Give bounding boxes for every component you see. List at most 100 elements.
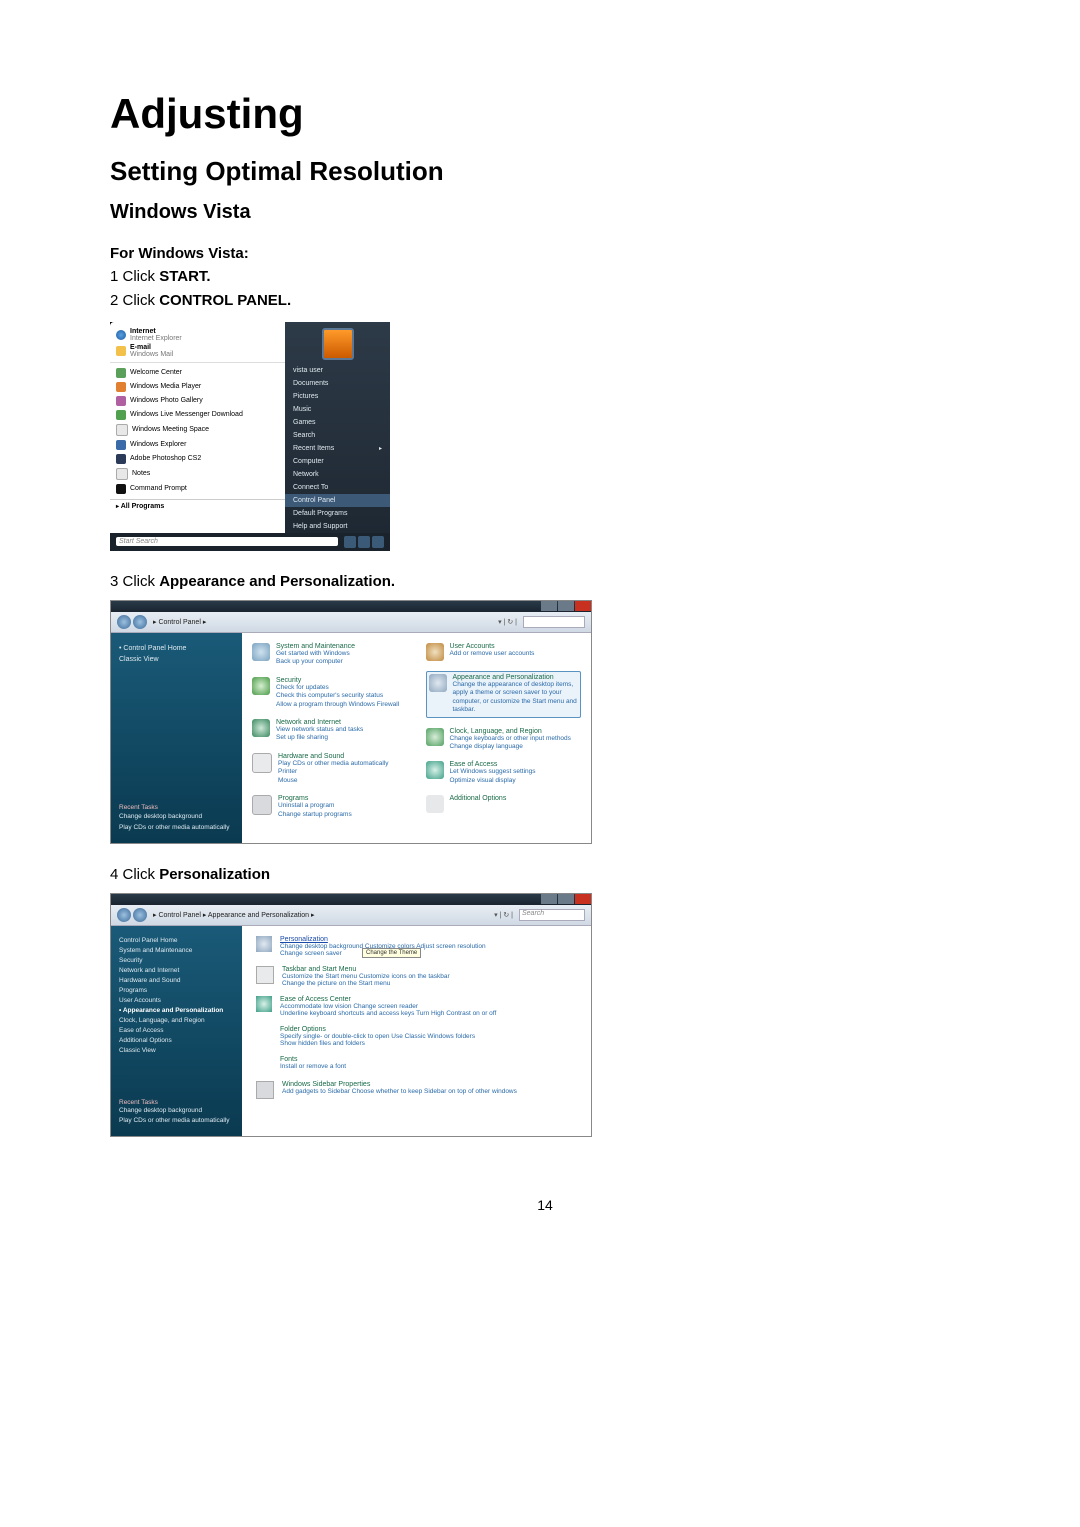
- category-icon: [256, 1056, 272, 1072]
- ap-sidebar-item[interactable]: Hardware and Sound: [119, 976, 234, 986]
- ap-category[interactable]: Ease of Access CenterAccommodate low vis…: [256, 996, 577, 1017]
- step-2: 2 Click CONTROL PANEL.: [110, 292, 291, 309]
- ap-sidebar-item[interactable]: Programs: [119, 986, 234, 996]
- green-icon: [116, 368, 126, 378]
- start-right-item[interactable]: Search: [285, 429, 390, 442]
- sys-icon: [252, 643, 270, 661]
- ap-category[interactable]: Folder OptionsSpecify single- or double-…: [256, 1026, 577, 1047]
- start-recent-item[interactable]: Windows Explorer: [116, 438, 279, 452]
- figure-control-panel-home: ▸ Control Panel ▸ ▾ | ↻ | Control Panel …: [110, 600, 592, 844]
- start-right-item[interactable]: Control Panel: [285, 494, 390, 507]
- ap-category[interactable]: Taskbar and Start MenuCustomize the Star…: [256, 966, 577, 987]
- start-right-item[interactable]: Computer: [285, 455, 390, 468]
- step-4: 4 Click Personalization: [110, 866, 980, 883]
- start-recent-item[interactable]: Notes: [116, 466, 279, 482]
- cp-category[interactable]: ProgramsUninstall a programChange startu…: [252, 795, 408, 819]
- close-button[interactable]: [575, 601, 591, 611]
- recent-tasks-heading: Recent Tasks: [119, 804, 234, 811]
- ap-sidebar-item[interactable]: Appearance and Personalization: [119, 1006, 234, 1016]
- toolbar-pager[interactable]: ▾ | ↻ |: [494, 911, 513, 919]
- maximize-button[interactable]: [558, 601, 574, 611]
- all-programs[interactable]: All Programs: [110, 499, 285, 513]
- cp-category[interactable]: SecurityCheck for updatesCheck this comp…: [252, 677, 408, 709]
- ap-sidebar-item[interactable]: Classic View: [119, 1046, 234, 1056]
- category-icon: [256, 1081, 274, 1099]
- sec-icon: [252, 677, 270, 695]
- ap-category[interactable]: Windows Sidebar PropertiesAdd gadgets to…: [256, 1081, 577, 1099]
- ap-sidebar-item[interactable]: Ease of Access: [119, 1026, 234, 1036]
- note-icon: [116, 424, 128, 436]
- close-button[interactable]: [575, 894, 591, 904]
- toolbar-pager[interactable]: ▾ | ↻ |: [498, 618, 517, 626]
- nav-forward-button[interactable]: [133, 908, 147, 922]
- start-right-item[interactable]: Pictures: [285, 390, 390, 403]
- start-right-item[interactable]: Connect To: [285, 481, 390, 494]
- start-right-item[interactable]: Recent Items: [285, 442, 390, 455]
- minimize-button[interactable]: [541, 894, 557, 904]
- nav-forward-button[interactable]: [133, 615, 147, 629]
- recent-tasks-heading: Recent Tasks: [119, 1099, 234, 1106]
- figure-appearance-personalization: ▸ Control Panel ▸ Appearance and Persona…: [110, 893, 592, 1137]
- ap-sidebar-item[interactable]: System and Maintenance: [119, 946, 234, 956]
- cp-category[interactable]: Ease of AccessLet Windows suggest settin…: [426, 761, 582, 785]
- start-right-item[interactable]: Default Programs: [285, 507, 390, 520]
- breadcrumb[interactable]: ▸ Control Panel ▸ Appearance and Persona…: [153, 911, 315, 919]
- start-right-item[interactable]: Documents: [285, 377, 390, 390]
- start-recent-item[interactable]: Command Prompt: [116, 482, 279, 496]
- cp-category[interactable]: User AccountsAdd or remove user accounts: [426, 643, 582, 661]
- recent-task-1[interactable]: Change desktop background: [119, 1106, 234, 1116]
- start-recent-item[interactable]: Windows Meeting Space: [116, 422, 279, 438]
- maximize-button[interactable]: [558, 894, 574, 904]
- ap-sidebar-item[interactable]: Security: [119, 956, 234, 966]
- intro-block: For Windows Vista: 1 Click START. 2 Clic…: [110, 242, 980, 312]
- cp-category[interactable]: Network and InternetView network status …: [252, 719, 408, 743]
- mail-icon: [116, 346, 126, 356]
- power-buttons[interactable]: [344, 536, 384, 548]
- start-right-item[interactable]: Help and Support: [285, 520, 390, 533]
- cp-category[interactable]: Appearance and PersonalizationChange the…: [426, 671, 582, 718]
- breadcrumb[interactable]: ▸ Control Panel ▸: [153, 618, 206, 626]
- start-pinned-item[interactable]: InternetInternet Explorer: [116, 327, 279, 343]
- ap-sidebar-item[interactable]: User Accounts: [119, 996, 234, 1006]
- msn-icon: [116, 410, 126, 420]
- photo-icon: [116, 396, 126, 406]
- cp-category[interactable]: Additional Options: [426, 795, 582, 813]
- search-input[interactable]: [523, 616, 585, 628]
- start-right-item[interactable]: Network: [285, 468, 390, 481]
- ap-sidebar-item[interactable]: Clock, Language, and Region: [119, 1016, 234, 1026]
- start-search-input[interactable]: Start Search: [116, 537, 338, 546]
- category-icon: [256, 966, 274, 984]
- start-recent-item[interactable]: Adobe Photoshop CS2: [116, 452, 279, 466]
- blue-icon: [116, 440, 126, 450]
- start-right-item[interactable]: Games: [285, 416, 390, 429]
- subsection-title: Windows Vista: [110, 201, 980, 224]
- prg-icon: [252, 795, 272, 815]
- ap-sidebar-item[interactable]: Additional Options: [119, 1036, 234, 1046]
- cp-category[interactable]: Hardware and SoundPlay CDs or other medi…: [252, 753, 408, 785]
- start-pinned-item[interactable]: E-mailWindows Mail: [116, 343, 279, 359]
- start-recent-item[interactable]: Welcome Center: [116, 366, 279, 380]
- cp-category[interactable]: System and MaintenanceGet started with W…: [252, 643, 408, 667]
- sidebar-cp-home[interactable]: Control Panel Home: [119, 643, 234, 654]
- cp-category[interactable]: Clock, Language, and RegionChange keyboa…: [426, 728, 582, 752]
- user-name[interactable]: vista user: [285, 364, 390, 377]
- start-recent-item[interactable]: Windows Live Messenger Download: [116, 408, 279, 422]
- globe-icon: [116, 330, 126, 340]
- ap-category[interactable]: FontsInstall or remove a font: [256, 1056, 577, 1072]
- ap-sidebar-item[interactable]: Network and Internet: [119, 966, 234, 976]
- recent-task-2[interactable]: Play CDs or other media automatically: [119, 822, 234, 833]
- minimize-button[interactable]: [541, 601, 557, 611]
- ps-icon: [116, 454, 126, 464]
- search-input[interactable]: Search: [519, 909, 585, 921]
- start-right-item[interactable]: Music: [285, 403, 390, 416]
- sidebar-classic-view[interactable]: Classic View: [119, 654, 234, 665]
- window-titlebar: [111, 601, 591, 612]
- nav-back-button[interactable]: [117, 908, 131, 922]
- start-recent-item[interactable]: Windows Photo Gallery: [116, 394, 279, 408]
- recent-task-2[interactable]: Play CDs or other media automatically: [119, 1116, 234, 1126]
- recent-task-1[interactable]: Change desktop background: [119, 811, 234, 822]
- nav-back-button[interactable]: [117, 615, 131, 629]
- user-avatar[interactable]: [322, 328, 354, 360]
- ap-sidebar-item[interactable]: Control Panel Home: [119, 936, 234, 946]
- start-recent-item[interactable]: Windows Media Player: [116, 380, 279, 394]
